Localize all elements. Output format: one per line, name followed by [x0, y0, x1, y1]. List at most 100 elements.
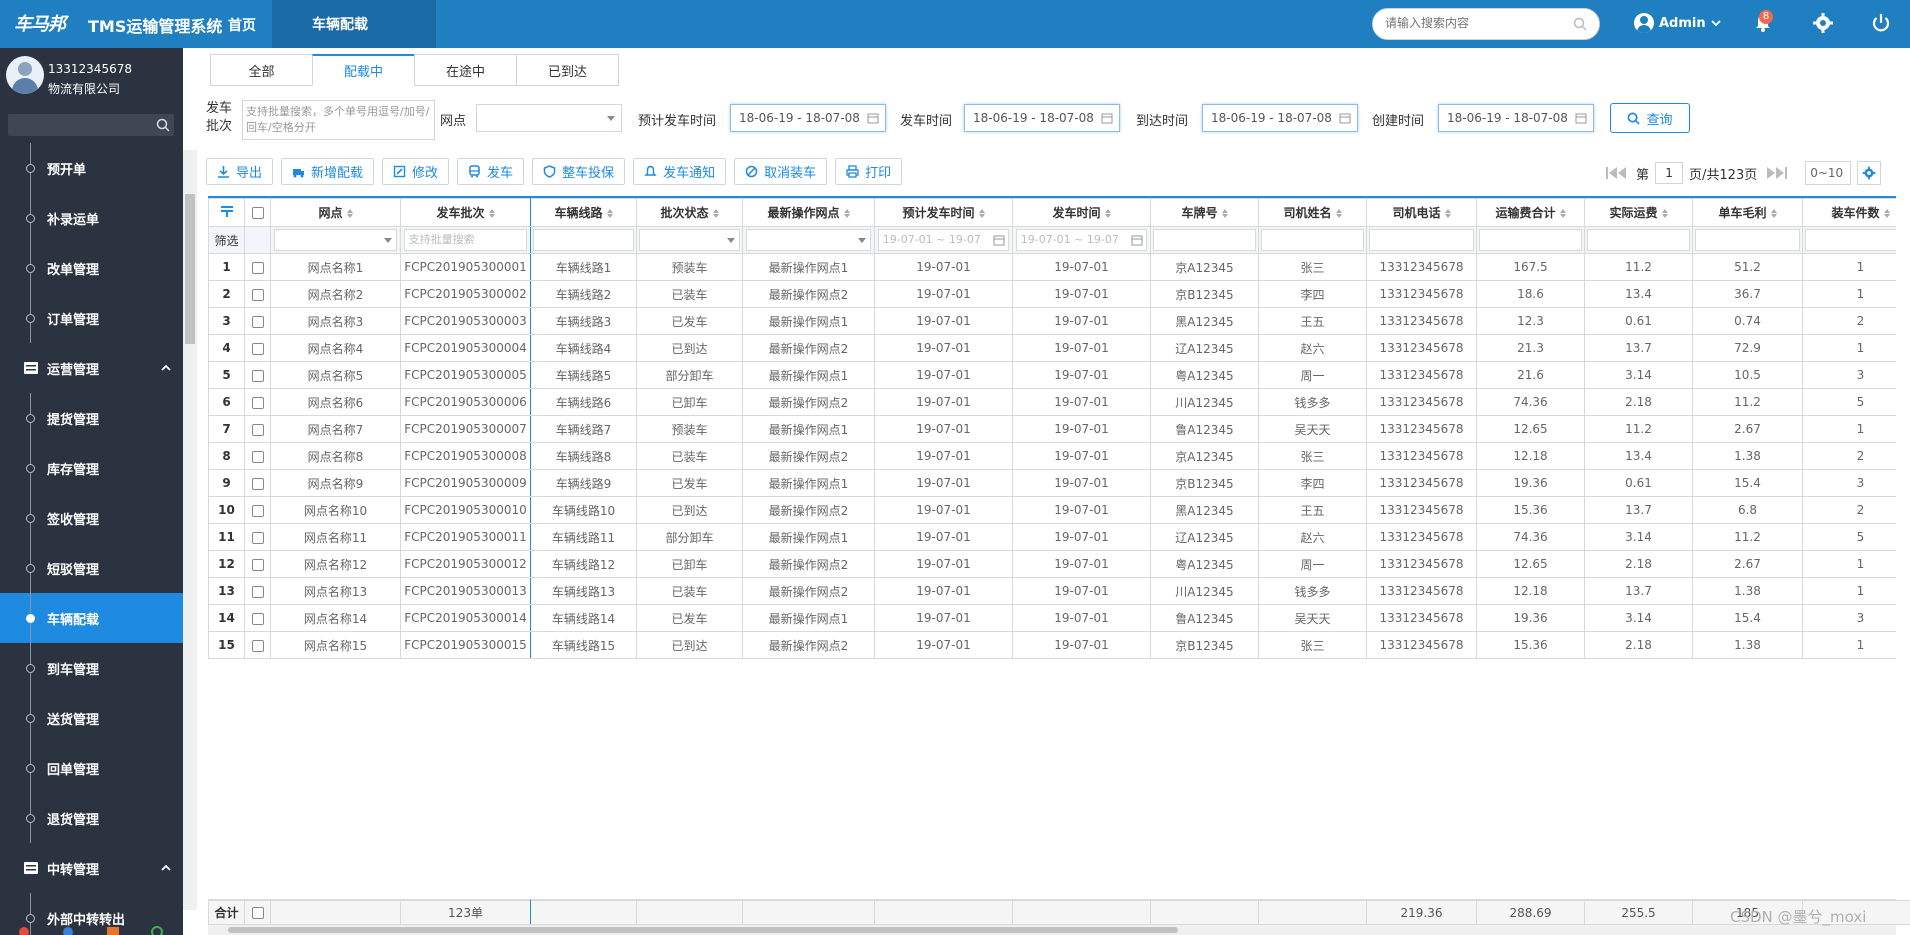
cancel-loading-button[interactable]: 取消装车	[734, 158, 828, 185]
column-filter-input-8[interactable]	[1261, 229, 1364, 251]
sort-icon[interactable]	[1335, 209, 1342, 218]
page-number-input[interactable]: 1	[1655, 162, 1684, 184]
arrive-date-input[interactable]: 18-06-19 - 18-07-08	[1202, 104, 1358, 132]
sidebar-item-13[interactable]: 退货管理	[0, 793, 183, 843]
home-link[interactable]: 首页	[228, 15, 256, 35]
column-filter-input-1[interactable]: 支持批量搜索	[403, 229, 528, 251]
tab-1[interactable]: 配载中	[312, 54, 415, 86]
sort-icon[interactable]	[1444, 209, 1451, 218]
row-checkbox[interactable]	[244, 388, 271, 416]
user-menu[interactable]: Admin	[1634, 13, 1721, 33]
create-date-input[interactable]: 18-06-19 - 18-07-08	[1438, 104, 1594, 132]
row-checkbox[interactable]	[244, 577, 271, 605]
search-icon[interactable]	[156, 118, 170, 132]
sidebar-item-10[interactable]: 到车管理	[0, 643, 183, 693]
site-select[interactable]	[476, 104, 622, 132]
column-filter-input-0[interactable]	[273, 229, 398, 251]
column-header-8[interactable]: 司机姓名	[1258, 198, 1367, 227]
table-row[interactable]: 1 网点名称1 FCPC201905300001 车辆线路1 预装车 最新操作网点1 19-…	[208, 253, 1896, 281]
table-row[interactable]: 12 网点名称12 FCPC201905300012 车辆线路12 已卸车 最新操作网点2…	[208, 550, 1896, 578]
row-checkbox[interactable]	[244, 442, 271, 470]
sidebar-item-2[interactable]: 改单管理	[0, 243, 183, 293]
sidebar-item-11[interactable]: 送货管理	[0, 693, 183, 743]
column-header-4[interactable]: 最新操作网点	[742, 198, 875, 227]
sidebar-item-1[interactable]: 补录运单	[0, 193, 183, 243]
sort-icon[interactable]	[712, 209, 719, 218]
table-row[interactable]: 13 网点名称13 FCPC201905300013 车辆线路13 已装车 最新操作网点2…	[208, 577, 1896, 605]
totals-checkbox[interactable]	[244, 900, 271, 925]
sort-icon[interactable]	[978, 209, 985, 218]
row-checkbox[interactable]	[244, 496, 271, 524]
sort-icon[interactable]	[606, 209, 613, 218]
last-page-icon[interactable]	[1763, 165, 1789, 181]
sort-icon[interactable]	[346, 209, 353, 218]
search-icon[interactable]	[1573, 17, 1587, 31]
edit-button[interactable]: 修改	[382, 158, 450, 185]
table-row[interactable]: 2 网点名称2 FCPC201905300002 车辆线路2 已装车 最新操作网点2 19-…	[208, 280, 1896, 308]
row-checkbox[interactable]	[244, 631, 271, 659]
column-filter-input-5[interactable]: 19-07-01 ~ 19-07	[877, 229, 1010, 251]
add-loading-button[interactable]: 新增配载	[281, 158, 375, 185]
scrollbar-thumb[interactable]	[228, 927, 1178, 933]
export-button[interactable]: 导出	[206, 158, 274, 185]
column-filter-input-6[interactable]: 19-07-01 ~ 19-07	[1015, 229, 1148, 251]
column-header-1[interactable]: 发车批次	[400, 198, 531, 227]
sidebar-item-9[interactable]: 车辆配载	[0, 593, 183, 643]
row-checkbox[interactable]	[244, 469, 271, 497]
column-header-0[interactable]: 网点	[270, 198, 401, 227]
table-row[interactable]: 6 网点名称6 FCPC201905300006 车辆线路6 已卸车 最新操作网点2 19-…	[208, 388, 1896, 416]
sort-icon[interactable]	[1221, 209, 1228, 218]
gear-icon[interactable]	[1812, 12, 1834, 34]
column-filter-input-4[interactable]	[745, 229, 872, 251]
select-all-checkbox[interactable]	[244, 198, 271, 227]
sidebar-group-4[interactable]: 运营管理	[0, 343, 183, 393]
column-header-5[interactable]: 预计发车时间	[874, 198, 1013, 227]
depart-notify-button[interactable]: 发车通知	[633, 158, 727, 185]
column-header-3[interactable]: 批次状态	[636, 198, 743, 227]
batch-search-input[interactable]: 支持批量搜索，多个单号用逗号/加号/回车/空格分开	[242, 100, 435, 140]
sidebar-item-3[interactable]: 订单管理	[0, 293, 183, 343]
grid-horizontal-scrollbar[interactable]	[208, 925, 1896, 935]
sidebar-item-5[interactable]: 提货管理	[0, 393, 183, 443]
column-header-12[interactable]: 单车毛利	[1692, 198, 1803, 227]
sidebar-scrollbar[interactable]	[183, 150, 197, 910]
row-checkbox[interactable]	[244, 334, 271, 362]
table-row[interactable]: 14 网点名称14 FCPC201905300014 车辆线路14 已发车 最新操作网点1…	[208, 604, 1896, 632]
sort-icon[interactable]	[843, 209, 850, 218]
row-checkbox[interactable]	[244, 253, 271, 281]
print-button[interactable]: 打印	[835, 158, 903, 185]
tab-3[interactable]: 已到达	[516, 54, 619, 86]
first-page-icon[interactable]	[1604, 165, 1630, 181]
tab-2[interactable]: 在途中	[414, 54, 517, 86]
column-settings-button[interactable]	[1857, 161, 1882, 185]
table-row[interactable]: 8 网点名称8 FCPC201905300008 车辆线路8 已装车 最新操作网点2 19-…	[208, 442, 1896, 470]
page-size-select[interactable]: 0~10	[1805, 161, 1852, 185]
column-header-7[interactable]: 车牌号	[1150, 198, 1259, 227]
column-filter-input-3[interactable]	[639, 229, 740, 251]
sort-icon[interactable]	[1559, 209, 1566, 218]
tab-0[interactable]: 全部	[210, 54, 313, 86]
sidebar-item-0[interactable]: 预开单	[0, 143, 183, 193]
column-header-11[interactable]: 实际运费	[1584, 198, 1693, 227]
insure-button[interactable]: 整车投保	[532, 158, 626, 185]
table-row[interactable]: 7 网点名称7 FCPC201905300007 车辆线路7 预装车 最新操作网点1 19-…	[208, 415, 1896, 443]
column-filter-input-11[interactable]	[1587, 229, 1690, 251]
sidebar-item-6[interactable]: 库存管理	[0, 443, 183, 493]
column-filter-input-10[interactable]	[1479, 229, 1582, 251]
row-checkbox[interactable]	[244, 415, 271, 443]
table-row[interactable]: 4 网点名称4 FCPC201905300004 车辆线路4 已到达 最新操作网点2 19-…	[208, 334, 1896, 362]
column-header-9[interactable]: 司机电话	[1366, 198, 1477, 227]
sort-icon[interactable]	[1770, 209, 1777, 218]
global-search-input[interactable]	[1385, 16, 1565, 30]
row-checkbox[interactable]	[244, 307, 271, 335]
column-header-13[interactable]: 装车件数	[1802, 198, 1896, 227]
column-filter-input-13[interactable]	[1805, 229, 1896, 251]
column-filter-input-2[interactable]	[533, 229, 634, 251]
global-search[interactable]	[1372, 8, 1600, 40]
table-row[interactable]: 15 网点名称15 FCPC201905300015 车辆线路15 已到达 最新操作网点2…	[208, 631, 1896, 659]
row-checkbox[interactable]	[244, 604, 271, 632]
table-row[interactable]: 10 网点名称10 FCPC201905300010 车辆线路10 已到达 最新操作网点2…	[208, 496, 1896, 524]
column-filter-input-9[interactable]	[1369, 229, 1474, 251]
power-icon[interactable]	[1870, 12, 1892, 34]
top-tab-vehicle-loading[interactable]: 车辆配载	[272, 0, 436, 48]
